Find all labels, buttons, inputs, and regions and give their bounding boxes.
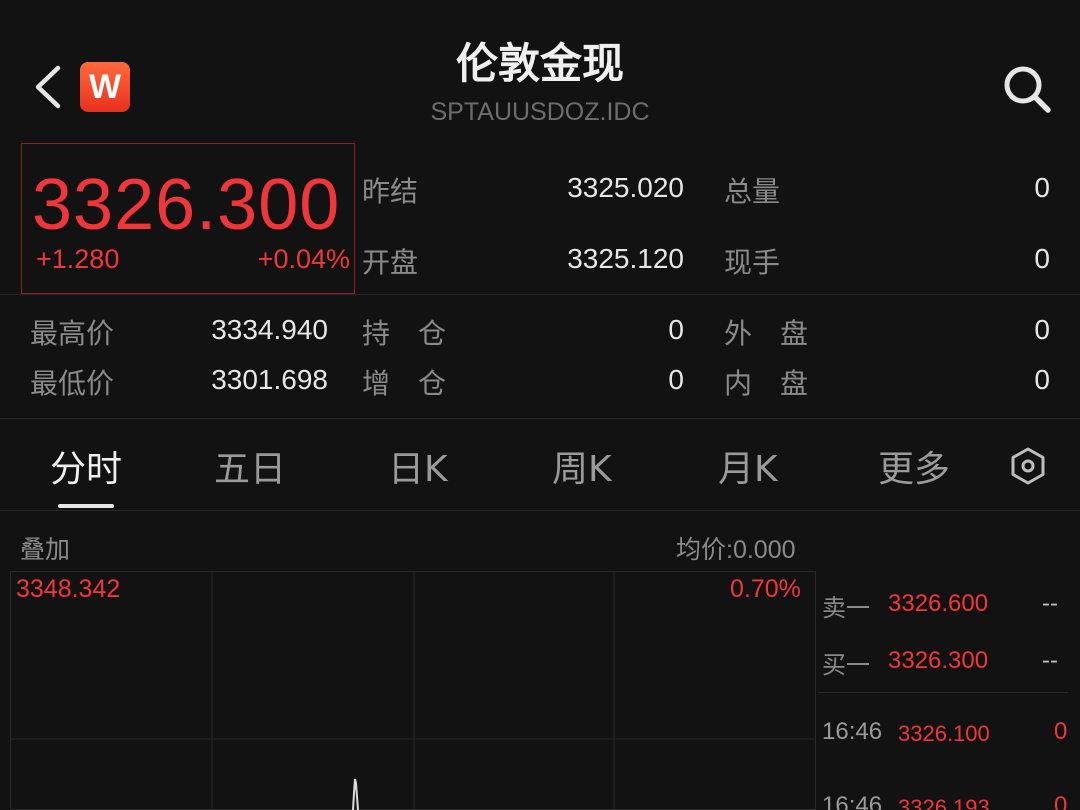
tick-time: 16:46 xyxy=(822,718,883,745)
page-title: 伦敦金现 xyxy=(455,39,624,88)
prev-settle-value: 3325.020 xyxy=(567,172,684,203)
low-label: 最低价 xyxy=(30,367,115,400)
tick-price: 3326.193 xyxy=(898,795,990,810)
average-price: 均价:0.000 xyxy=(676,536,796,564)
tab-five-day[interactable]: 五日 xyxy=(214,440,286,492)
open-interest-value: 0 xyxy=(668,314,684,345)
tick-volume: 0 xyxy=(1054,792,1068,810)
ask-label: 卖一 xyxy=(822,594,870,622)
high-value: 3334.940 xyxy=(211,314,328,345)
oi-change-value: 0 xyxy=(668,364,684,395)
oi-change-label: 增 仓 xyxy=(362,367,447,400)
chart-top-pct: 0.70% xyxy=(730,575,801,603)
tab-more[interactable]: 更多 xyxy=(878,440,950,492)
high-label: 最高价 xyxy=(30,317,115,350)
ask-volume: -- xyxy=(1042,590,1058,617)
bid-volume: -- xyxy=(1042,647,1058,674)
open-interest-label: 持 仓 xyxy=(362,317,447,350)
prev-settle-label: 昨结 xyxy=(362,175,419,208)
low-value: 3301.698 xyxy=(211,364,328,395)
divider xyxy=(0,510,1080,511)
price-change: +1.280 xyxy=(36,244,120,274)
tick-price: 3326.100 xyxy=(898,721,990,746)
inner-volume-value: 0 xyxy=(1034,364,1050,395)
settings-hexagon-icon[interactable] xyxy=(1008,446,1048,486)
tick-time: 16:46 xyxy=(822,792,883,810)
tab-daily-k[interactable]: 日K xyxy=(388,440,448,492)
divider xyxy=(0,418,1080,419)
ask-price: 3326.600 xyxy=(888,590,989,617)
open-label: 开盘 xyxy=(362,246,419,279)
overlay-button[interactable]: 叠加 xyxy=(20,530,70,566)
total-volume-value: 0 xyxy=(1034,172,1050,203)
divider xyxy=(0,294,1080,295)
tick-volume: 0 xyxy=(1054,718,1068,745)
price-line xyxy=(352,778,359,810)
search-icon[interactable] xyxy=(1000,62,1054,116)
chart-top-price: 3348.342 xyxy=(16,575,121,603)
inner-volume-label: 内 盘 xyxy=(724,367,809,400)
intraday-chart[interactable] xyxy=(10,571,816,810)
bid-price: 3326.300 xyxy=(888,647,989,674)
price-change-pct: +0.04% xyxy=(257,244,350,274)
current-volume-value: 0 xyxy=(1034,243,1050,274)
active-tab-indicator xyxy=(58,504,114,508)
open-value: 3325.120 xyxy=(567,243,684,274)
current-volume-label: 现手 xyxy=(724,246,781,279)
last-price: 3326.300 xyxy=(32,165,341,245)
outer-volume-label: 外 盘 xyxy=(724,317,809,350)
tab-monthly-k[interactable]: 月K xyxy=(718,440,778,492)
outer-volume-value: 0 xyxy=(1034,314,1050,345)
tab-intraday[interactable]: 分时 xyxy=(50,440,122,492)
bid-label: 买一 xyxy=(822,651,870,679)
price-box: 3326.300 +1.280 +0.04% xyxy=(21,143,355,294)
total-volume-label: 总量 xyxy=(724,175,781,208)
header: W 伦敦金现 SPTAUUSDOZ.IDC xyxy=(0,0,1080,140)
tab-weekly-k[interactable]: 周K xyxy=(552,440,612,492)
symbol-code: SPTAUUSDOZ.IDC xyxy=(430,98,650,126)
divider xyxy=(818,692,1068,693)
